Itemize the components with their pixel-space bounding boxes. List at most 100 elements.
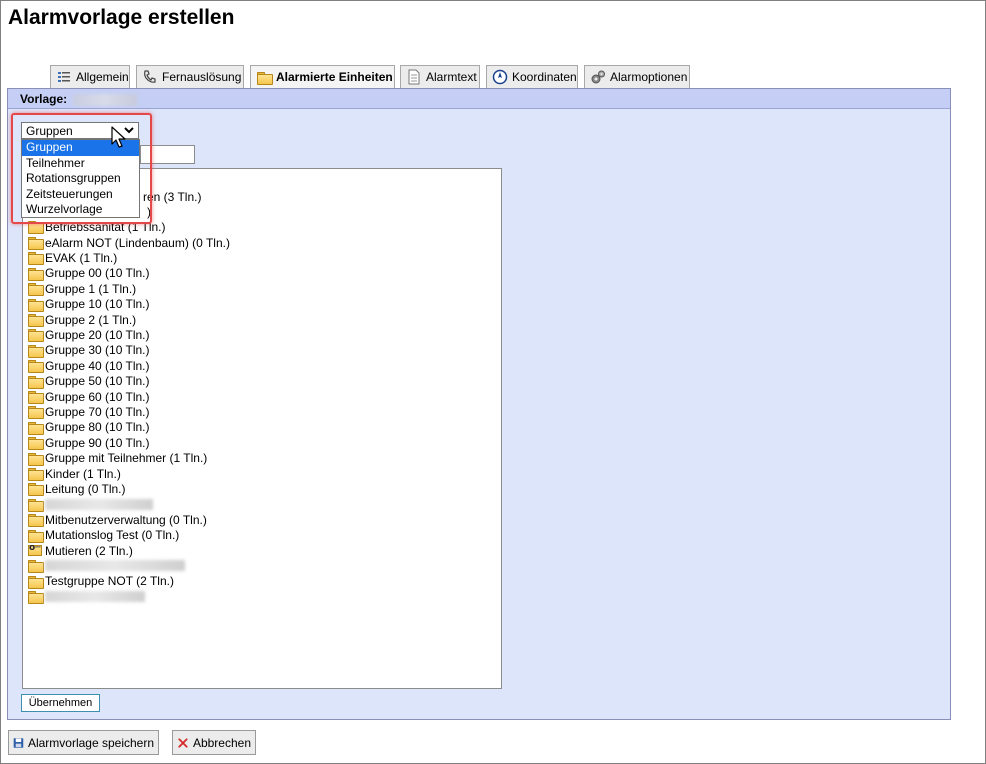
tree-item-label: Gruppe 2 (1 Tln.) — [45, 312, 137, 327]
tree-item-label: ren (3 Tln.) — [143, 189, 202, 204]
cancel-label: Abbrechen — [192, 735, 251, 750]
tab-koordinaten[interactable]: Koordinaten — [486, 65, 578, 88]
folder-icon — [28, 267, 44, 281]
tree-item[interactable]: Gruppe 70 (10 Tln.) — [28, 404, 150, 420]
list-icon — [56, 69, 72, 85]
tab-label: Koordinaten — [512, 70, 577, 84]
tree-item-label: Gruppe mit Teilnehmer (1 Tln.) — [45, 451, 208, 466]
folder-icon — [28, 391, 44, 404]
tree-item-label: EVAK (1 Tln.) — [45, 250, 118, 265]
folder-icon — [28, 560, 44, 574]
folder-icon — [28, 591, 44, 605]
folder-icon — [28, 437, 44, 451]
cancel-button[interactable]: Abbrechen — [172, 730, 256, 755]
tree-item-label: Gruppe 90 (10 Tln.) — [45, 435, 150, 450]
tree-item[interactable]: Mitbenutzerverwaltung (0 Tln.) — [28, 512, 207, 528]
tree-item-label: Testgruppe NOT (2 Tln.) — [45, 574, 174, 589]
save-icon — [13, 737, 24, 748]
tree-item[interactable]: eAlarm NOT (Lindenbaum) (0 Tln.) — [28, 235, 230, 250]
folder-icon — [28, 498, 44, 512]
gears-icon — [590, 69, 606, 85]
tree-item-label: Gruppe 20 (10 Tln.) — [45, 327, 150, 342]
folder-icon — [28, 252, 44, 266]
tree-item[interactable]: Gruppe 20 (10 Tln.) — [28, 327, 150, 343]
folder-icon — [28, 314, 44, 327]
option-wurzelvorlage[interactable]: Wurzelvorlage — [22, 202, 139, 218]
tree-item[interactable]: Gruppe 60 (10 Tln.) — [28, 389, 150, 404]
tree-item-label: Gruppe 70 (10 Tln.) — [45, 404, 150, 419]
tree-item[interactable]: Leitung (0 Tln.) — [28, 481, 126, 497]
alarmierte-einheiten-panel: Vorlage: ren (3 Tln.) ) Betriebssanität … — [7, 88, 951, 720]
tree-item[interactable]: Gruppe 50 (10 Tln.) — [28, 374, 150, 389]
folder-icon — [28, 221, 44, 234]
tree-item[interactable]: Mutieren (2 Tln.) — [28, 543, 133, 558]
folder-icon — [28, 483, 44, 497]
folder-icon — [28, 406, 44, 420]
tree-item-label: Betriebssanität (1 Tln.) — [45, 219, 166, 234]
tree-item-label: Gruppe 60 (10 Tln.) — [45, 389, 150, 404]
vorlage-header: Vorlage: — [8, 89, 950, 109]
tree-item-label: Gruppe 00 (10 Tln.) — [45, 266, 150, 281]
tree-item[interactable]: Gruppe 80 (10 Tln.) — [28, 420, 150, 435]
tree-item-label: Mitbenutzerverwaltung (0 Tln.) — [45, 512, 207, 527]
document-icon — [406, 69, 422, 85]
tab-alarmierte-einheiten[interactable]: Alarmierte Einheiten — [250, 65, 395, 88]
tree-item[interactable]: Kinder (1 Tln.) — [28, 466, 121, 481]
close-icon — [178, 737, 188, 748]
tree-item-label: ) — [147, 204, 151, 219]
tree-item-label: Leitung (0 Tln.) — [45, 481, 126, 496]
option-teilnehmer[interactable]: Teilnehmer — [22, 156, 139, 172]
select-value: Gruppen — [26, 124, 73, 138]
folder-icon — [28, 514, 44, 528]
tree-item[interactable]: Mutationslog Test (0 Tln.) — [28, 528, 179, 543]
folder-icon — [28, 283, 44, 297]
tree-item[interactable]: Testgruppe NOT (2 Tln.) — [28, 574, 174, 589]
folder-icon — [28, 360, 44, 374]
tree-item[interactable]: Gruppe 10 (10 Tln.) — [28, 297, 150, 312]
tree-item-label: eAlarm NOT (Lindenbaum) (0 Tln.) — [45, 235, 230, 250]
tree-item[interactable]: Gruppe 00 (10 Tln.) — [28, 266, 150, 281]
folder-icon — [28, 468, 44, 481]
tab-allgemein[interactable]: Allgemein — [50, 65, 130, 88]
select-options-list: Gruppen Teilnehmer Rotationsgruppen Zeit… — [21, 139, 140, 218]
filter-input[interactable] — [140, 145, 195, 164]
tree-item[interactable]: Gruppe 90 (10 Tln.) — [28, 435, 150, 451]
tree-item-partial[interactable]: ren (3 Tln.) — [143, 189, 201, 204]
tab-alarmtext[interactable]: Alarmtext — [400, 65, 480, 88]
tab-fernausloesung[interactable]: Fernauslösung — [136, 65, 244, 88]
option-zeitsteuerungen[interactable]: Zeitsteuerungen — [22, 187, 139, 203]
folder-icon — [28, 529, 44, 543]
tab-alarmoptionen[interactable]: Alarmoptionen — [584, 65, 690, 88]
folder-icon — [28, 421, 44, 435]
tree-item[interactable] — [28, 497, 153, 512]
tree-item-partial[interactable]: ) — [147, 204, 151, 219]
folder-icon — [28, 298, 44, 312]
key-icon — [28, 543, 42, 556]
tree-item[interactable] — [28, 558, 185, 574]
phone-icon — [142, 69, 158, 85]
tree-item[interactable]: Gruppe 1 (1 Tln.) — [28, 281, 136, 297]
tree-item[interactable]: Gruppe 2 (1 Tln.) — [28, 312, 136, 327]
tab-label: Alarmtext — [426, 70, 477, 84]
apply-button[interactable]: Übernehmen — [21, 694, 100, 712]
folder-icon — [28, 237, 44, 250]
vorlage-label: Vorlage: — [20, 92, 68, 106]
folder-icon — [28, 452, 44, 466]
redacted-label — [45, 591, 145, 603]
tree-item[interactable] — [28, 589, 145, 605]
compass-icon — [492, 69, 508, 85]
tree-item[interactable]: Gruppe 40 (10 Tln.) — [28, 358, 150, 374]
folder-icon — [28, 575, 44, 589]
unit-tree[interactable]: ren (3 Tln.) ) Betriebssanität (1 Tln.) … — [22, 168, 502, 689]
option-rotationsgruppen[interactable]: Rotationsgruppen — [22, 171, 139, 187]
tree-item[interactable]: EVAK (1 Tln.) — [28, 250, 118, 266]
tree-item-label: Gruppe 40 (10 Tln.) — [45, 358, 150, 373]
redacted-label — [45, 560, 185, 572]
tree-item-label: Gruppe 10 (10 Tln.) — [45, 297, 150, 312]
tree-item[interactable]: Gruppe 30 (10 Tln.) — [28, 343, 150, 358]
save-template-button[interactable]: Alarmvorlage speichern — [8, 730, 159, 755]
tree-item[interactable]: Gruppe mit Teilnehmer (1 Tln.) — [28, 451, 207, 466]
tree-item[interactable]: Betriebssanität (1 Tln.) — [28, 219, 166, 234]
tab-label: Alarmoptionen — [610, 70, 688, 84]
tree-item-label: Mutieren (2 Tln.) — [45, 543, 133, 558]
